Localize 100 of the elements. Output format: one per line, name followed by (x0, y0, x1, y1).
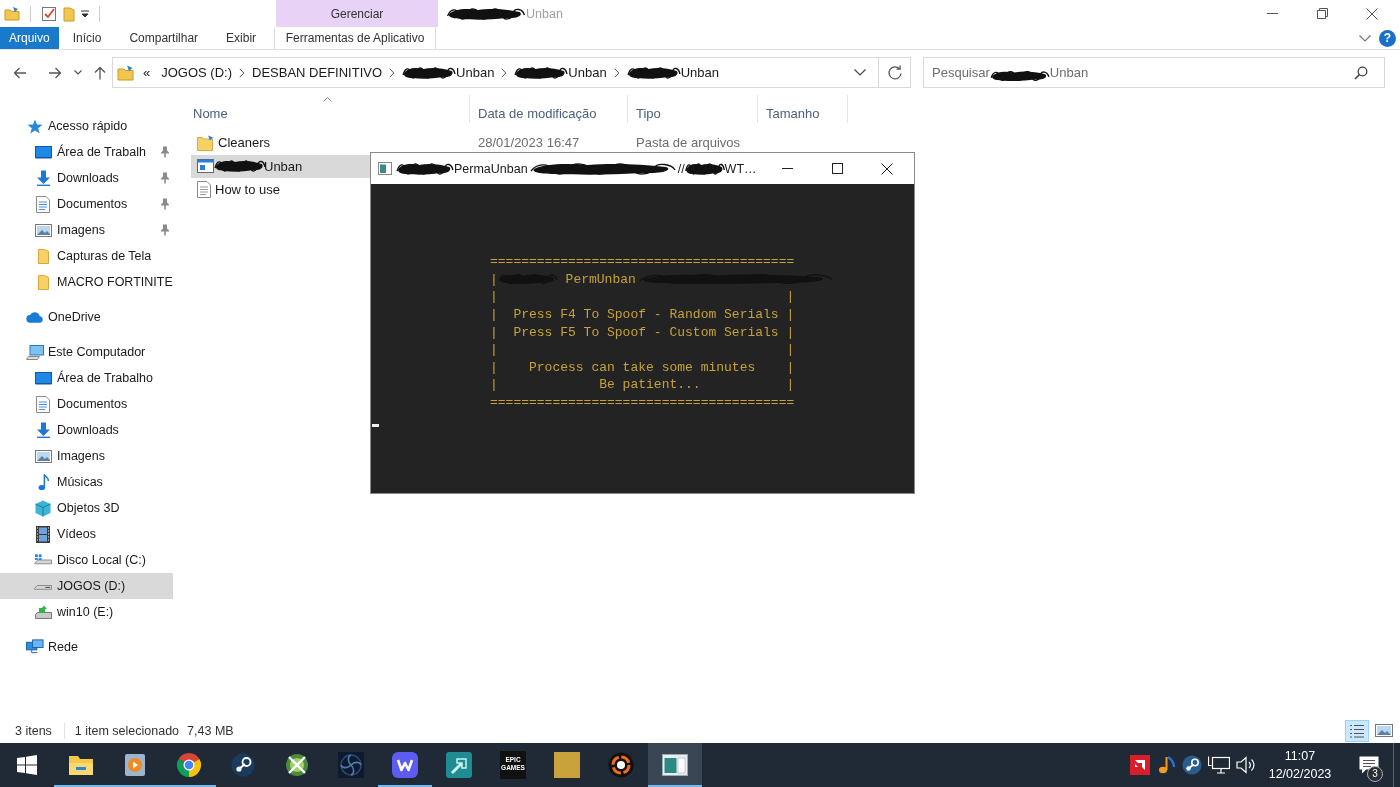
breadcrumb[interactable]: Unban (509, 58, 612, 87)
sidebar-label: Músicas (57, 475, 104, 489)
scribble-icon (989, 68, 1050, 83)
app-window-icon (197, 159, 214, 174)
file-name: Cleaners (218, 135, 271, 151)
console-line: | | (490, 341, 795, 359)
console-title: PermaUnban (454, 161, 528, 176)
document-icon (36, 195, 50, 213)
chevron-right-icon[interactable] (239, 67, 245, 78)
chevron-down-icon[interactable] (854, 69, 866, 76)
checklist-icon[interactable] (41, 5, 57, 22)
clock-time: 11:07 (1284, 748, 1316, 765)
sidebar-item[interactable]: Músicas (0, 469, 173, 495)
scribble-icon (684, 160, 725, 177)
breadcrumb[interactable]: Unban (621, 58, 724, 87)
chevron-right-icon[interactable] (501, 67, 508, 78)
sidebar-item[interactable]: Downloads (0, 165, 173, 191)
ribbon-tab[interactable]: Exibir (212, 27, 271, 49)
help-button[interactable]: ? (1379, 29, 1396, 47)
sidebar-item[interactable]: Downloads (0, 417, 173, 443)
up-arrow-icon (94, 65, 106, 80)
sidebar-item[interactable]: win10 (E:) (0, 599, 173, 625)
close-icon (881, 162, 893, 175)
console-line: | Process can take some minutes | (490, 358, 795, 376)
column-header[interactable]: Nome (185, 95, 470, 123)
column-header[interactable]: Tamanho (758, 95, 848, 123)
photo-placeholder (554, 752, 580, 778)
sidebar-item[interactable]: Capturas de Tela (0, 243, 173, 269)
sidebar-label: Imagens (57, 223, 106, 237)
console-line: ======================================= (490, 253, 795, 271)
music-note-icon[interactable] (1156, 755, 1176, 775)
clock[interactable]: 11:07 12/02/2023 (1267, 747, 1333, 783)
breadcrumb[interactable]: Unban (397, 58, 500, 87)
cube-icon (35, 499, 51, 517)
drive-icon (34, 605, 52, 619)
sidebar-item[interactable]: Documentos (0, 191, 173, 217)
music-note-icon (37, 473, 49, 491)
sidebar-item[interactable]: Este Computador (0, 339, 173, 365)
sidebar-item[interactable]: Documentos (0, 391, 173, 417)
piston-circle-icon[interactable] (1182, 755, 1202, 775)
sidebar-item[interactable]: Objetos 3D (0, 495, 173, 521)
forward-arrow-icon (48, 66, 62, 79)
speaker-icon[interactable] (1236, 756, 1256, 774)
sidebar-item[interactable]: Área de Trabalho (0, 365, 173, 391)
close-icon (1366, 7, 1378, 20)
details-list-icon (1349, 723, 1365, 738)
selection-size: 7,43 MB (187, 723, 234, 738)
picture-icon (34, 223, 52, 237)
folder-icon[interactable] (4, 5, 20, 22)
modified-date: 28/01/2023 16:47 (478, 135, 580, 151)
sidebar-item[interactable]: Área de Trabalh (0, 139, 173, 165)
selection-info: 1 item selecionado (74, 723, 180, 738)
overflow-button[interactable]: « (135, 58, 157, 87)
search-icon[interactable] (1354, 65, 1368, 80)
minimize-icon (781, 168, 793, 169)
sidebar-item[interactable]: Disco Local (C:) (0, 547, 173, 573)
folder-icon (197, 134, 214, 151)
chevron-right-icon[interactable] (389, 67, 396, 78)
notifications-button[interactable]: 3 (1347, 743, 1391, 787)
refresh-button[interactable] (879, 57, 911, 88)
file-row[interactable]: Cleaners 28/01/2023 16:47 Pasta de arquivos (191, 131, 851, 155)
document-icon (197, 181, 211, 199)
sidebar-item[interactable]: Acesso rápido (0, 113, 173, 139)
console-line: | | (490, 288, 795, 306)
file-row[interactable]: Unban (191, 154, 370, 178)
piston-circle-icon (231, 753, 255, 777)
sidebar-item[interactable]: Imagens (0, 217, 173, 243)
sidebar-item[interactable]: Imagens (0, 443, 173, 469)
sidebar-label: Objetos 3D (57, 501, 121, 515)
sidebar-item[interactable]: Rede (0, 634, 173, 660)
arrow-tile-icon[interactable] (1130, 755, 1150, 775)
column-header[interactable]: Data de modificação (470, 95, 628, 123)
breadcrumb[interactable]: JOGOS (D:) (156, 58, 237, 87)
chevron-down-icon (74, 70, 82, 75)
details-view-button[interactable] (1345, 719, 1369, 742)
search-field[interactable]: Pesquisar Unban (923, 57, 1385, 88)
taskbar-button[interactable] (648, 743, 702, 787)
picture-icon (1375, 724, 1393, 737)
ribbon-tab[interactable]: Início (58, 27, 116, 49)
caret-icon[interactable] (81, 9, 89, 18)
windows-icon (17, 755, 37, 775)
address-bar[interactable]: « JOGOS (D:) DESBAN DEFINITIVO Unban Unban Unban (112, 57, 879, 88)
sidebar-label: Este Computador (48, 345, 147, 359)
sidebar-label: Rede (48, 640, 79, 654)
console-line: PermUnban (564, 270, 636, 288)
sidebar-item[interactable]: JOGOS (D:) (0, 573, 173, 599)
ribbon-tab[interactable]: Arquivo (0, 27, 59, 49)
sidebar-item[interactable]: Vídeos (0, 521, 173, 547)
breadcrumb[interactable]: DESBAN DEFINITIVO (247, 58, 388, 87)
ribbon-tab[interactable]: Compartilhar (115, 27, 213, 49)
restore-icon (1316, 8, 1328, 19)
file-row[interactable]: How to use (191, 178, 370, 202)
download-icon (35, 422, 51, 438)
sidebar-item[interactable]: OneDrive (0, 304, 173, 330)
sidebar-item[interactable]: MACRO FORTINITE (0, 269, 173, 295)
cloud-icon (26, 311, 44, 323)
column-header[interactable]: Tipo (628, 95, 758, 123)
monitor-icon[interactable] (1208, 756, 1230, 774)
chevron-right-icon[interactable] (613, 67, 620, 78)
fan-icon (338, 752, 364, 778)
